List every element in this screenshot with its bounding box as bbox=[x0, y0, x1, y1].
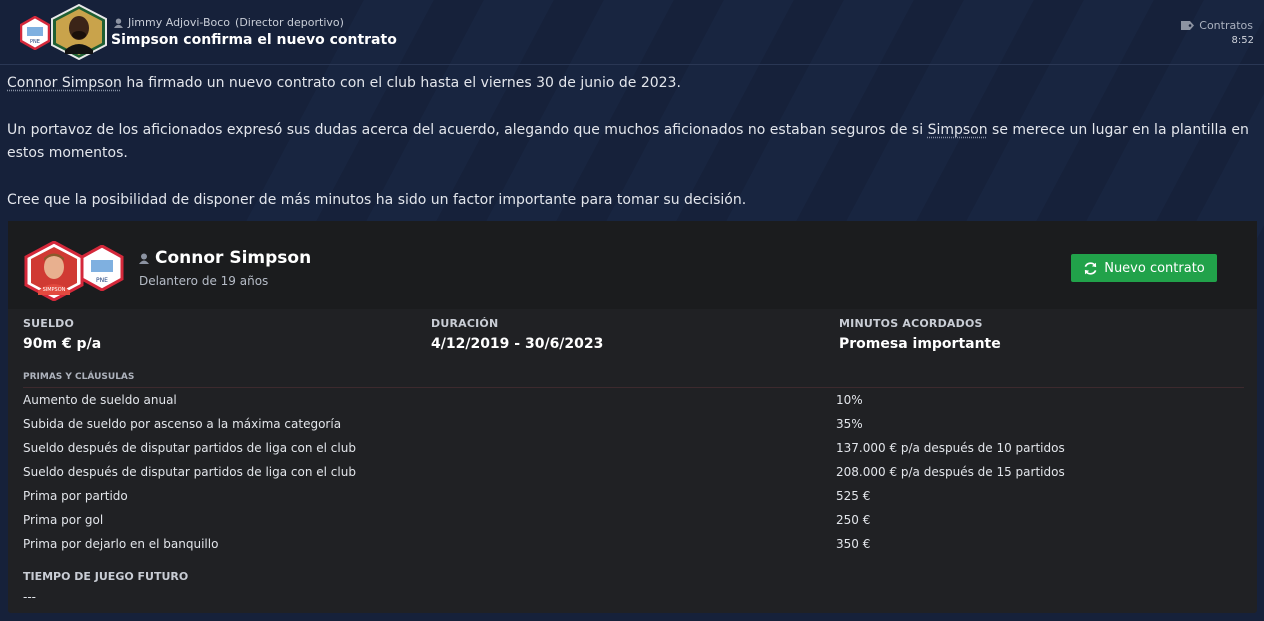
tag-icon bbox=[1181, 21, 1195, 30]
new-contract-label: Nuevo contrato bbox=[1104, 260, 1205, 276]
player-description: Delantero de 19 años bbox=[139, 274, 269, 288]
list-item: Aumento de sueldo anual 10% bbox=[23, 388, 1244, 412]
category-label: Contratos bbox=[1199, 19, 1253, 32]
person-icon bbox=[139, 253, 149, 264]
person-icon bbox=[114, 18, 123, 28]
svg-text:PNE: PNE bbox=[96, 277, 108, 284]
bonuses-title: PRIMAS Y CLÁUSULAS bbox=[23, 372, 135, 382]
paragraph-2: Un portavoz de los aficionados expresó s… bbox=[7, 119, 1257, 165]
message-category: Contratos bbox=[1181, 19, 1253, 32]
list-item: Sueldo después de disputar partidos de l… bbox=[23, 460, 1244, 484]
bonus-label: Subida de sueldo por ascenso a la máxima… bbox=[23, 417, 342, 431]
bonus-value: 350 € bbox=[836, 537, 871, 551]
future-playtime-value: --- bbox=[23, 590, 36, 604]
svg-text:PNE: PNE bbox=[30, 39, 40, 45]
message-body: Connor Simpson ha firmado un nuevo contr… bbox=[7, 72, 1257, 236]
player-summary: SIMPSON PNE Connor Simpson Delantero de … bbox=[8, 221, 1257, 309]
bonus-value: 10% bbox=[836, 393, 863, 407]
player-name[interactable]: Connor Simpson bbox=[155, 248, 311, 268]
player-link[interactable]: Connor Simpson bbox=[7, 75, 122, 91]
bonus-label: Sueldo después de disputar partidos de l… bbox=[23, 441, 356, 455]
bonus-label: Prima por partido bbox=[23, 489, 128, 503]
list-item: Prima por dejarlo en el banquillo 350 € bbox=[23, 532, 1244, 556]
minutes-value: Promesa importante bbox=[839, 336, 1001, 352]
player-avatar[interactable]: SIMPSON bbox=[24, 241, 84, 301]
bonus-value: 137.000 € p/a después de 10 partidos bbox=[836, 441, 1065, 455]
bonus-value: 250 € bbox=[836, 513, 871, 527]
salary-label: SUELDO bbox=[23, 317, 75, 330]
bonus-label: Prima por gol bbox=[23, 513, 104, 527]
sender-name[interactable]: Jimmy Adjovi-Boco bbox=[128, 16, 230, 29]
bonus-value: 35% bbox=[836, 417, 863, 431]
bonus-value: 525 € bbox=[836, 489, 871, 503]
refresh-icon bbox=[1084, 261, 1097, 275]
bonus-label: Aumento de sueldo anual bbox=[23, 393, 177, 407]
list-item: Prima por partido 525 € bbox=[23, 484, 1244, 508]
minutes-label: MINUTOS ACORDADOS bbox=[839, 317, 983, 330]
paragraph-1-text: ha firmado un nuevo contrato con el club… bbox=[121, 75, 681, 91]
bonuses-list: Aumento de sueldo anual 10% Subida de sue… bbox=[23, 388, 1244, 556]
bonus-label: Prima por dejarlo en el banquillo bbox=[23, 537, 219, 551]
duration-value: 4/12/2019 - 30/6/2023 bbox=[431, 336, 604, 352]
bonus-value: 208.000 € p/a después de 15 partidos bbox=[836, 465, 1065, 479]
paragraph-2-start: Un portavoz de los aficionados expresó s… bbox=[7, 122, 928, 138]
svg-text:SIMPSON: SIMPSON bbox=[43, 287, 66, 293]
staff-avatar[interactable] bbox=[50, 4, 108, 60]
club-crest-icon[interactable]: PNE bbox=[80, 245, 124, 291]
duration-label: DURACIÓN bbox=[431, 317, 499, 330]
player-link[interactable]: Simpson bbox=[928, 122, 988, 138]
contract-card: SIMPSON PNE Connor Simpson Delantero de … bbox=[8, 221, 1257, 613]
club-crest-icon: PNE bbox=[20, 16, 50, 50]
new-contract-button[interactable]: Nuevo contrato bbox=[1071, 254, 1217, 282]
paragraph-1: Connor Simpson ha firmado un nuevo contr… bbox=[7, 72, 1257, 95]
sender-role: (Director deportivo) bbox=[235, 16, 344, 29]
message-subject: Simpson confirma el nuevo contrato bbox=[111, 32, 397, 48]
player-name-line: Connor Simpson bbox=[139, 248, 311, 268]
sender-line: Jimmy Adjovi-Boco (Director deportivo) bbox=[114, 16, 344, 29]
list-item: Subida de sueldo por ascenso a la máxima… bbox=[23, 412, 1244, 436]
message-header: PNE Jimmy Adjovi-Boco (Director deportiv… bbox=[0, 0, 1264, 65]
future-playtime-title: TIEMPO DE JUEGO FUTURO bbox=[23, 570, 189, 583]
message-time: 8:52 bbox=[1231, 35, 1254, 46]
list-item: Prima por gol 250 € bbox=[23, 508, 1244, 532]
salary-value: 90m € p/a bbox=[23, 336, 102, 352]
list-item: Sueldo después de disputar partidos de l… bbox=[23, 436, 1244, 460]
bonus-label: Sueldo después de disputar partidos de l… bbox=[23, 465, 356, 479]
paragraph-3: Cree que la posibilidad de disponer de m… bbox=[7, 192, 747, 208]
